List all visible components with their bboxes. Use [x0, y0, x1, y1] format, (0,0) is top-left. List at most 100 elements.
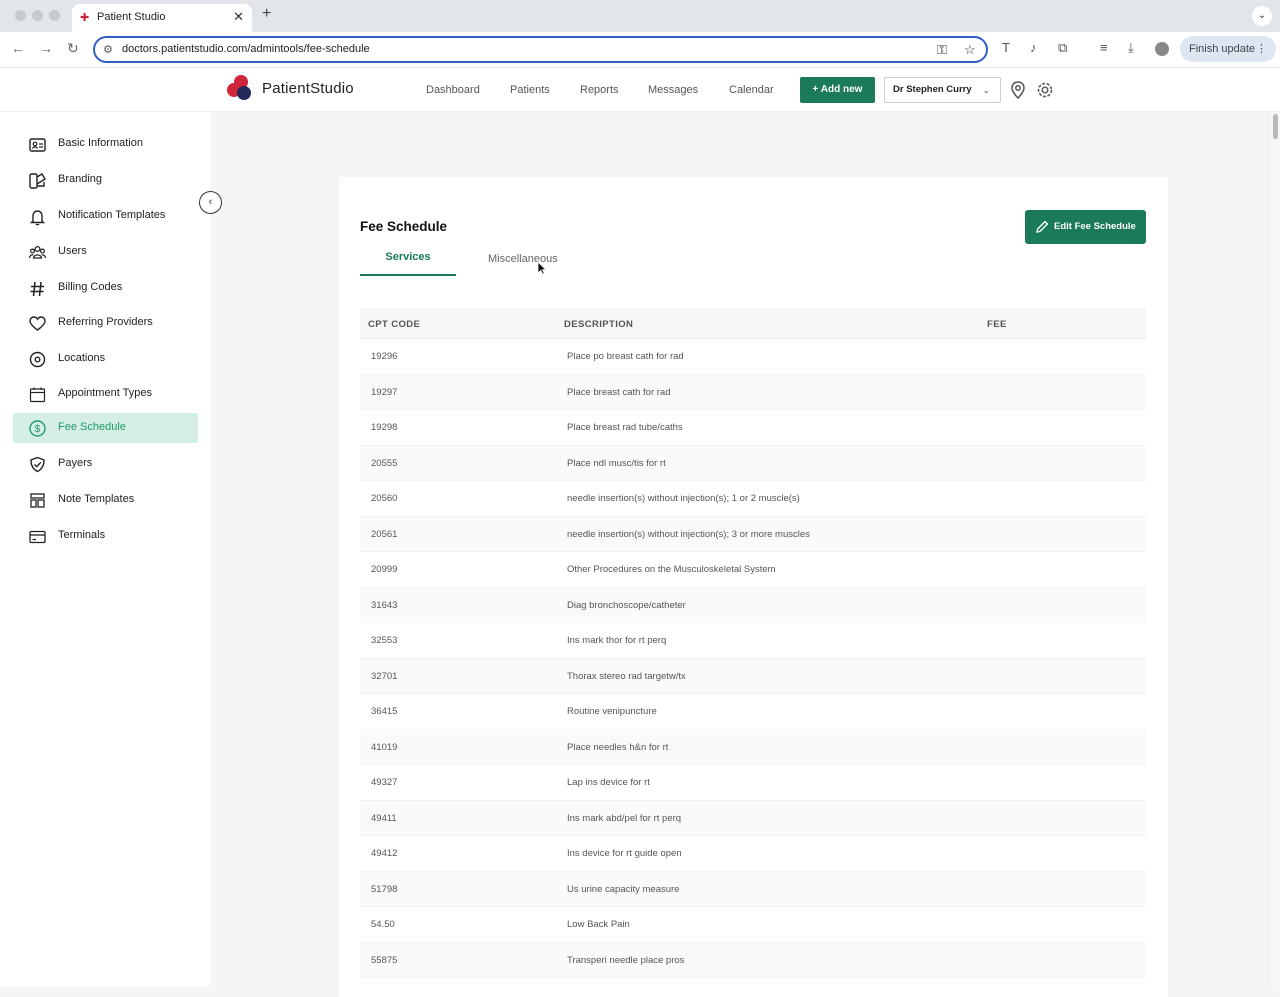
description-cell: Us urine capacity measure: [567, 883, 680, 895]
close-tab-icon[interactable]: ✕: [233, 9, 244, 25]
app-header: PatientStudio Dashboard Patients Reports…: [0, 68, 1280, 112]
minimize-window-button[interactable]: [32, 10, 43, 21]
profile-avatar-icon[interactable]: [1155, 42, 1169, 56]
dollar-icon: $: [29, 420, 46, 437]
description-cell: Lap ins device for rt: [567, 777, 650, 788]
site-info-icon[interactable]: ⚙: [103, 43, 113, 56]
collapse-sidebar-button[interactable]: ‹: [199, 191, 222, 214]
heart-icon: [29, 316, 46, 331]
table-row[interactable]: 41019 Place needles h&n for rt: [360, 729, 1146, 765]
table-row[interactable]: 19297 Place breast cath for rad: [360, 374, 1146, 410]
cpt-code-cell: 36415: [371, 706, 398, 717]
column-header-fee[interactable]: FEE: [987, 319, 1007, 330]
bookmark-star-icon[interactable]: ☆: [964, 42, 976, 58]
address-bar[interactable]: ⚙ doctors.patientstudio.com/admintools/f…: [93, 36, 988, 63]
microphone-icon[interactable]: ♪: [1030, 40, 1037, 55]
cpt-code-cell: 49411: [371, 812, 397, 824]
password-key-icon[interactable]: ⚿: [937, 42, 947, 58]
download-icon[interactable]: ⤓: [1128, 40, 1134, 56]
extensions-icon[interactable]: ⧉: [1058, 40, 1067, 56]
reload-icon[interactable]: ↻: [67, 40, 79, 57]
sidebar-item-label: Referring Providers: [58, 316, 153, 328]
tab-miscellaneous[interactable]: Miscellaneous: [488, 253, 558, 265]
page-scrollbar[interactable]: [1271, 112, 1280, 986]
sidebar-item-terminals[interactable]: Terminals: [13, 521, 198, 551]
sidebar-item-basic-information[interactable]: Basic Information: [13, 129, 198, 159]
sidebar-item-appointment-types[interactable]: Appointment Types: [13, 379, 198, 409]
close-window-button[interactable]: [15, 10, 26, 21]
sidebar-item-payers[interactable]: Payers: [13, 449, 198, 479]
column-header-description[interactable]: DESCRIPTION: [564, 319, 633, 330]
table-row[interactable]: 20560 needle insertion(s) without injecti…: [360, 481, 1146, 517]
zoom-window-button[interactable]: [49, 10, 60, 21]
browser-tab-bar: ✚ Patient Studio ✕ + ⌄: [0, 0, 1280, 32]
sidebar-item-branding[interactable]: Branding: [13, 165, 198, 195]
location-pin-icon[interactable]: [1008, 80, 1028, 100]
finish-update-button[interactable]: Finish update ⋮: [1180, 36, 1276, 62]
table-row[interactable]: 49327 Lap ins device for rt: [360, 765, 1146, 801]
cpt-code-cell: 20560: [371, 493, 398, 504]
location-pin-icon: [29, 351, 46, 368]
sidebar-item-referring-providers[interactable]: Referring Providers: [13, 308, 198, 338]
back-icon[interactable]: ←: [11, 40, 25, 56]
table-row[interactable]: 19298 Place breast rad tube/caths: [360, 410, 1146, 446]
text-tool-icon[interactable]: T: [1002, 40, 1010, 55]
pencil-icon: [1036, 220, 1049, 233]
cpt-code-cell: 31643: [371, 599, 398, 611]
table-row[interactable]: 51798 Us urine capacity measure: [360, 871, 1146, 907]
table-row[interactable]: 32553 Ins mark thor for rt perq: [360, 623, 1146, 659]
gear-icon[interactable]: [1035, 80, 1055, 100]
description-cell: Other Procedures on the Musculoskeletal …: [567, 564, 776, 575]
table-row[interactable]: 32701 Thorax stereo rad targetw/tx: [360, 658, 1146, 694]
table-row[interactable]: 49411 Ins mark abd/pel for rt perq: [360, 800, 1146, 836]
description-cell: Ins device for rt guide open: [567, 848, 682, 859]
nav-calendar[interactable]: Calendar: [729, 84, 774, 96]
url-text: doctors.patientstudio.com/admintools/fee…: [122, 43, 370, 55]
table-row[interactable]: 20555 Place ndl musc/tis for rt: [360, 445, 1146, 481]
nav-patients[interactable]: Patients: [510, 84, 550, 96]
sidebar-item-notification-templates[interactable]: Notification Templates: [13, 201, 198, 231]
forward-icon[interactable]: →: [39, 40, 53, 56]
sidebar-item-label: Notification Templates: [58, 209, 166, 221]
sidebar-item-note-templates[interactable]: Note Templates: [13, 485, 198, 515]
sidebar-item-label: Payers: [58, 457, 93, 469]
table-row[interactable]: 55875 Transperi needle place pros: [360, 942, 1146, 978]
calendar-icon: [29, 387, 46, 403]
edit-fee-schedule-label: Edit Fee Schedule: [1054, 221, 1136, 232]
menu-kebab-icon: ⋮: [1256, 43, 1267, 55]
cpt-code-cell: 20555: [371, 457, 398, 469]
browser-toolbar: ← → ↻ ⚙ doctors.patientstudio.com/admint…: [0, 32, 1280, 68]
template-icon: [30, 493, 45, 508]
scrollbar-thumb[interactable]: [1273, 114, 1278, 139]
cpt-code-cell: 20999: [371, 564, 398, 575]
table-row[interactable]: 49412 Ins device for rt guide open: [360, 836, 1146, 872]
add-new-button[interactable]: + Add new: [800, 77, 875, 103]
sidebar-item-billing-codes[interactable]: Billing Codes: [13, 273, 198, 303]
nav-dashboard[interactable]: Dashboard: [426, 84, 480, 96]
table-row[interactable]: 19296 Place po breast cath for rad: [360, 339, 1146, 375]
tab-title: Patient Studio: [97, 11, 166, 23]
reading-list-icon[interactable]: ≡: [1100, 40, 1108, 55]
tab-services[interactable]: Services: [360, 251, 456, 276]
table-row[interactable]: 31643 Diag bronchoscope/catheter: [360, 587, 1146, 623]
table-row[interactable]: 36415 Routine venipuncture: [360, 694, 1146, 730]
table-row[interactable]: 20999 Other Procedures on the Musculoskel…: [360, 552, 1146, 588]
page-title: Fee Schedule: [360, 219, 448, 234]
table-row[interactable]: 20561 needle insertion(s) without injecti…: [360, 516, 1146, 552]
sidebar-item-users[interactable]: Users: [13, 237, 198, 267]
description-cell: Ins mark abd/pel for rt perq: [567, 812, 682, 824]
cpt-code-cell: 20561: [371, 528, 398, 540]
sidebar-item-fee-schedule[interactable]: $ Fee Schedule: [13, 413, 198, 443]
new-tab-icon[interactable]: +: [262, 5, 271, 23]
nav-reports[interactable]: Reports: [580, 84, 619, 96]
tab-search-icon[interactable]: ⌄: [1252, 6, 1272, 26]
description-cell: Place po breast cath for rad: [567, 351, 684, 362]
sidebar-item-locations[interactable]: Locations: [13, 344, 198, 374]
browser-tab[interactable]: ✚ Patient Studio ✕: [72, 4, 252, 32]
user-select[interactable]: Dr Stephen Curry ⌄: [884, 77, 1001, 103]
column-header-cpt-code[interactable]: CPT CODE: [368, 319, 420, 330]
nav-messages[interactable]: Messages: [648, 84, 698, 96]
sidebar-item-label: Appointment Types: [58, 387, 152, 399]
table-row[interactable]: 54.50 Low Back Pain: [360, 907, 1146, 943]
edit-fee-schedule-button[interactable]: Edit Fee Schedule: [1025, 210, 1146, 244]
